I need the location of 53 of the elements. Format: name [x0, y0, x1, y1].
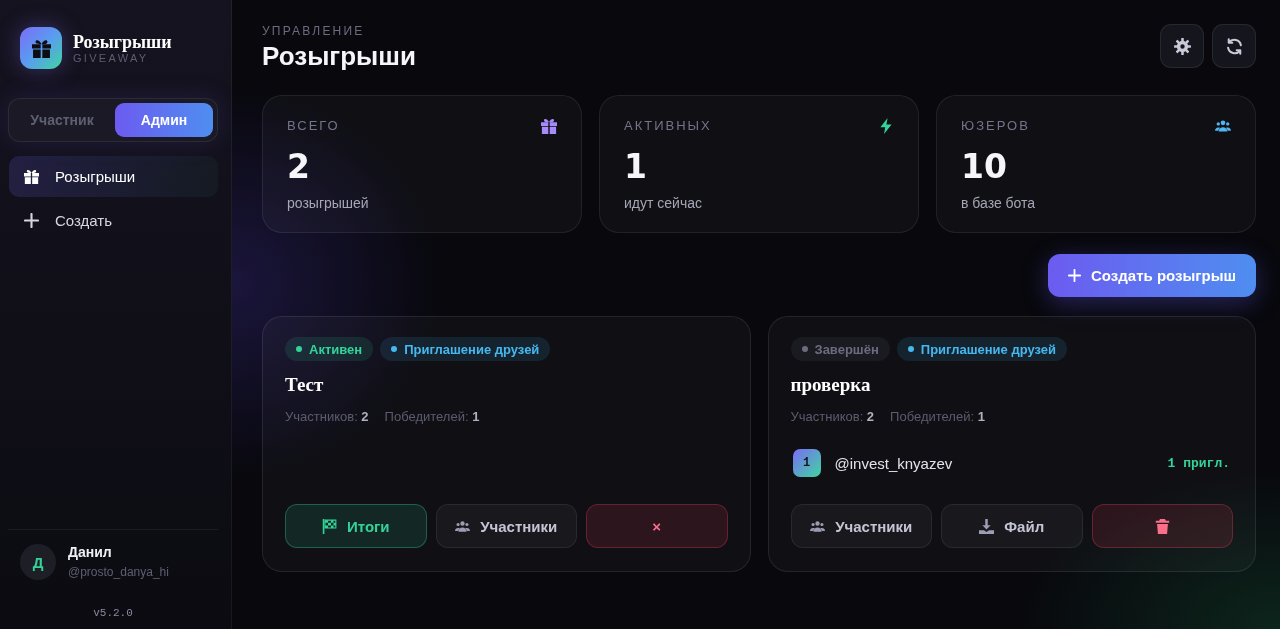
page-eyebrow: УПРАВЛЕНИЕ: [262, 24, 366, 38]
tag-label: Приглашение друзей: [404, 341, 540, 357]
stat-value: 2: [287, 147, 310, 187]
participants-button[interactable]: Участники: [790, 504, 932, 548]
tag-label: Приглашение друзей: [920, 341, 1056, 357]
user-avatar: Д: [20, 544, 56, 580]
tag-label: Завершён: [814, 341, 879, 357]
participants-button[interactable]: Участники: [435, 504, 577, 548]
settings-button[interactable]: [1160, 24, 1204, 68]
gear-icon: [1173, 37, 1191, 55]
stat-caption: розыгрышей: [287, 194, 369, 212]
rank-badge: 1: [792, 449, 821, 477]
giveaway-meta: Победителей: 1: [384, 408, 480, 426]
stat-caption: идут сейчас: [624, 194, 702, 212]
user-handle: @prosto_danya_hi: [68, 565, 169, 580]
users-icon: [455, 518, 471, 534]
users-icon: [810, 518, 826, 534]
delete-button[interactable]: [1091, 504, 1233, 548]
results-button[interactable]: Итоги: [285, 504, 427, 548]
giveaway-title: Тест: [285, 374, 324, 396]
winner-handle: @invest_knyazev: [834, 454, 953, 472]
stat-label: АКТИВНЫХ: [624, 118, 712, 134]
giveaway-title: проверка: [790, 374, 871, 396]
checkered-flag-icon: [321, 518, 337, 534]
create-giveaway-button[interactable]: Создать розыгрыш: [1048, 254, 1256, 297]
app-version: v5.2.0: [93, 606, 133, 620]
invite-count: 1 пригл.: [1167, 455, 1230, 471]
giveaway-meta: Участников: 2: [790, 408, 875, 426]
role-tab[interactable]: Админ: [115, 103, 213, 137]
nav-item[interactable]: Создать: [9, 200, 218, 241]
file-button[interactable]: Файл: [941, 504, 1083, 548]
refresh-icon: [1225, 37, 1243, 55]
close-button[interactable]: ×: [586, 504, 728, 548]
gift-logo-icon: [20, 27, 62, 69]
gift-icon: [24, 169, 39, 184]
app-subtitle: GIVEAWAY: [73, 51, 149, 65]
plus-icon: [1068, 269, 1082, 282]
page-title: Розыгрыши: [262, 40, 416, 72]
app-title: Розыгрыши: [73, 31, 172, 52]
stat-label: ЮЗЕРОВ: [961, 118, 1030, 134]
trash-icon: [1154, 518, 1170, 534]
refresh-button[interactable]: [1212, 24, 1256, 68]
user-name: Данил: [68, 544, 113, 561]
stat-caption: в базе бота: [961, 194, 1036, 212]
giveaway-meta: Участников: 2: [285, 408, 369, 426]
nav-item[interactable]: Розыгрыши: [9, 156, 218, 197]
stat-value: 10: [961, 147, 1007, 187]
download-icon: [979, 518, 995, 534]
plus-icon: [24, 213, 39, 228]
giveaway-meta: Победителей: 1: [890, 408, 985, 426]
stat-label: ВСЕГО: [287, 118, 340, 134]
tag-label: Активен: [309, 341, 363, 357]
stat-value: 1: [624, 147, 647, 187]
